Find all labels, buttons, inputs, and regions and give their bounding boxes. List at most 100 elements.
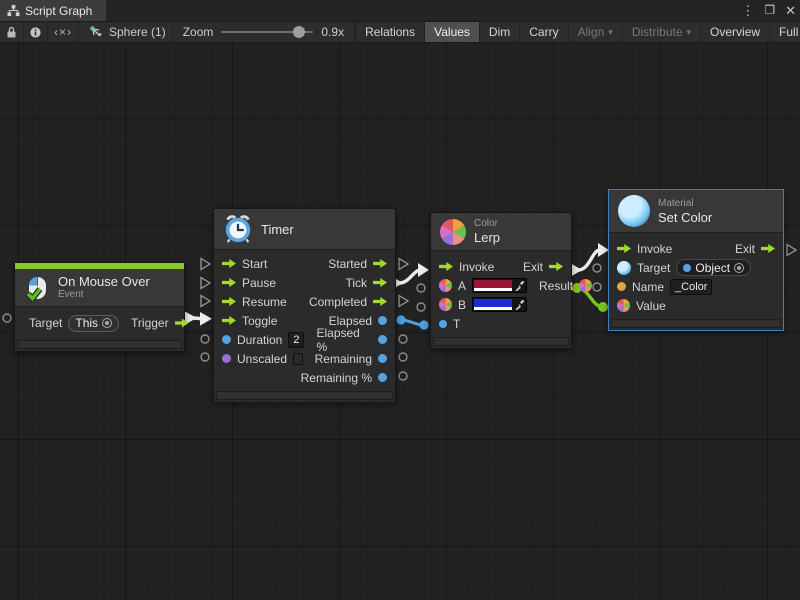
port-setcolor-target-in[interactable] xyxy=(593,264,601,272)
object-picker-icon[interactable] xyxy=(102,318,112,328)
flow-arrow-icon[interactable] xyxy=(373,297,387,306)
toolbar-button-dim[interactable]: Dim xyxy=(479,22,519,42)
float-port-icon[interactable] xyxy=(378,335,387,344)
color-port-icon[interactable] xyxy=(579,279,592,292)
port-label: Remaining % xyxy=(301,371,372,385)
color-b-field[interactable] xyxy=(472,297,527,312)
name-input[interactable]: _Color xyxy=(670,279,712,295)
zoom-slider[interactable] xyxy=(221,31,313,33)
zoom-label: Zoom xyxy=(183,25,214,39)
node-footer xyxy=(216,391,393,400)
graph-canvas[interactable]: On Mouse Over Event Target This Trigger xyxy=(0,43,800,600)
toolbar-button-fullscreen[interactable]: Full Screen xyxy=(769,22,800,42)
info-button[interactable] xyxy=(24,22,48,42)
flow-arrow-icon[interactable] xyxy=(549,262,563,271)
node-set-color[interactable]: Material Set Color Invoke Exit Target xyxy=(608,189,784,331)
flow-arrow-icon[interactable] xyxy=(373,259,387,268)
material-port-icon[interactable] xyxy=(617,261,631,275)
port-timer-elapsedpct-out[interactable] xyxy=(399,335,407,343)
flow-arrow-icon[interactable] xyxy=(617,244,631,253)
port-timer-completed-out[interactable] xyxy=(399,296,408,307)
node-footer xyxy=(611,319,781,328)
port-label: Invoke xyxy=(637,242,672,256)
color-a-swatch[interactable] xyxy=(474,280,512,288)
code-view-button[interactable]: ‹×› xyxy=(48,22,79,42)
target-this-pill[interactable]: This xyxy=(68,315,119,332)
wire-tick-to-invoke[interactable] xyxy=(391,263,429,290)
flow-arrow-icon[interactable] xyxy=(222,259,236,268)
node-on-mouse-over[interactable]: On Mouse Over Event Target This Trigger xyxy=(14,262,185,352)
wire-elapsed-to-t[interactable] xyxy=(396,315,428,329)
port-setcolor-name-in[interactable] xyxy=(593,283,601,291)
flow-arrow-icon[interactable] xyxy=(761,244,775,253)
eyedropper-icon[interactable] xyxy=(514,299,525,310)
port-label: Tick xyxy=(345,276,367,290)
wire-trigger-to-toggle[interactable] xyxy=(184,311,212,326)
color-port-icon[interactable] xyxy=(439,279,452,292)
port-timer-start-in[interactable] xyxy=(201,259,210,270)
graph-owner-button[interactable]: Sphere (1) xyxy=(79,22,173,42)
toolbar-button-align[interactable]: Align ▾ xyxy=(568,22,622,42)
string-port-icon[interactable] xyxy=(617,282,626,291)
window-close-button[interactable]: ✕ xyxy=(785,0,796,21)
lock-button[interactable] xyxy=(0,22,24,42)
node-title: Timer xyxy=(261,222,294,237)
float-port-icon[interactable] xyxy=(222,335,231,344)
toolbar-button-distribute[interactable]: Distribute ▾ xyxy=(622,22,700,42)
port-timer-unscaled-in[interactable] xyxy=(201,353,209,361)
port-timer-resume-in[interactable] xyxy=(201,296,210,307)
float-port-icon[interactable] xyxy=(378,354,387,363)
flow-arrow-icon[interactable] xyxy=(373,278,387,287)
flow-arrow-icon[interactable] xyxy=(222,297,236,306)
node-color-lerp[interactable]: Color Lerp Invoke Exit A xyxy=(430,212,572,349)
port-setcolor-exit-out[interactable] xyxy=(787,245,796,256)
float-port-icon[interactable] xyxy=(439,320,447,328)
port-label: Remaining xyxy=(315,352,372,366)
color-port-icon[interactable] xyxy=(439,298,452,311)
float-port-icon[interactable] xyxy=(378,316,387,325)
eyedropper-icon[interactable] xyxy=(514,280,525,291)
color-a-field[interactable] xyxy=(472,278,527,293)
graph-toolbar: ‹×› Sphere (1) Zoom 0.9x Relations Value… xyxy=(0,21,800,43)
color-b-swatch[interactable] xyxy=(474,299,512,307)
toolbar-button-carry[interactable]: Carry xyxy=(519,22,567,42)
port-label: Pause xyxy=(242,276,276,290)
port-timer-pause-in[interactable] xyxy=(201,278,210,289)
window-menu-button[interactable]: ⋮ xyxy=(741,0,754,21)
toolbar-button-relations[interactable]: Relations xyxy=(355,22,424,42)
port-timer-remainingpct-out[interactable] xyxy=(399,372,407,380)
bool-port-icon[interactable] xyxy=(222,354,231,363)
port-label: Invoke xyxy=(459,260,494,274)
float-port-icon[interactable] xyxy=(378,373,387,382)
port-timer-started-out[interactable] xyxy=(399,259,408,270)
window-maximize-button[interactable]: ❐ xyxy=(764,0,775,21)
unscaled-checkbox[interactable] xyxy=(293,353,303,365)
port-label: Toggle xyxy=(242,314,277,328)
target-object-pill[interactable]: Object xyxy=(676,259,751,276)
wire-exit-to-invoke[interactable] xyxy=(570,243,609,277)
tab-script-graph[interactable]: Script Graph xyxy=(0,0,106,21)
zoom-slider-handle[interactable] xyxy=(293,26,305,38)
port-lerp-b-in[interactable] xyxy=(417,303,425,311)
port-label: A xyxy=(458,279,466,293)
flow-arrow-icon[interactable] xyxy=(222,278,236,287)
port-timer-duration-in[interactable] xyxy=(201,335,209,343)
port-omo-target-in[interactable] xyxy=(3,314,11,322)
flow-arrow-icon[interactable] xyxy=(222,316,236,325)
zoom-value: 0.9x xyxy=(321,25,344,39)
flow-arrow-icon[interactable] xyxy=(175,319,189,328)
duration-input[interactable]: 2 xyxy=(288,332,304,348)
trigger-port-label: Trigger xyxy=(131,316,169,330)
node-timer[interactable]: Timer Start Started Pause Tick xyxy=(213,208,396,403)
tab-bar: Script Graph ⋮ ❐ ✕ xyxy=(0,0,800,21)
toolbar-button-values[interactable]: Values xyxy=(424,22,479,42)
port-lerp-a-in[interactable] xyxy=(417,284,425,292)
color-port-icon[interactable] xyxy=(617,299,630,312)
toolbar-button-overview[interactable]: Overview xyxy=(700,22,769,42)
node-subtitle: Event xyxy=(58,289,150,301)
node-title: On Mouse Over xyxy=(58,274,150,289)
port-timer-remaining-out[interactable] xyxy=(399,353,407,361)
flow-arrow-icon[interactable] xyxy=(439,262,453,271)
object-picker-icon[interactable] xyxy=(734,263,744,273)
color-wheel-icon xyxy=(440,219,466,245)
